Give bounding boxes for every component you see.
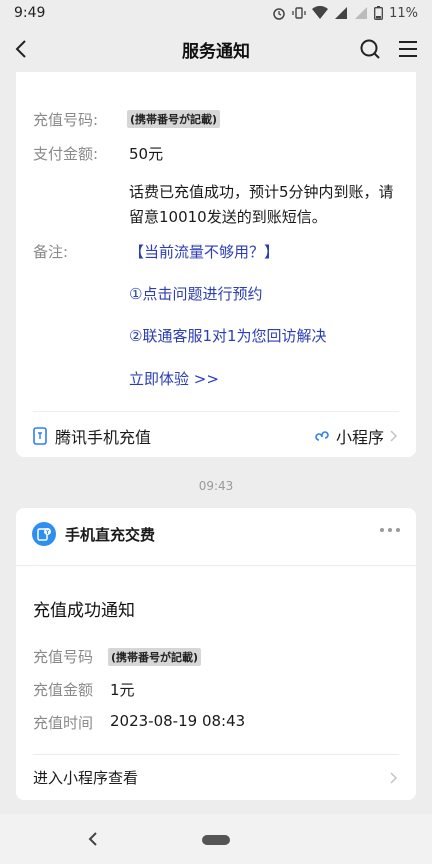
row-label: 充值号码 <box>33 648 94 666</box>
status-bar: 9:49 11% <box>0 0 432 26</box>
chevron-right-icon <box>390 430 398 442</box>
row-value: 1元 <box>110 681 135 699</box>
amount-label: 支付金额: <box>33 145 99 163</box>
menu-icon[interactable] <box>396 37 420 61</box>
open-mini-program-link: 进入小程序查看 <box>33 769 139 787</box>
remark-line-2[interactable]: ①点击问题进行预约 <box>129 283 262 304</box>
remark-line-1[interactable]: 【当前流量不够用？】 <box>129 241 279 262</box>
chevron-right-icon <box>390 771 398 784</box>
battery-level: 11% <box>389 5 418 21</box>
back-arrow-icon[interactable] <box>10 37 34 61</box>
signal-icon <box>335 7 348 19</box>
row-value: 2023-08-19 08:43 <box>110 712 246 730</box>
page-title: 服务通知 <box>182 41 250 62</box>
more-options-icon[interactable] <box>380 528 400 532</box>
mini-program-footer[interactable]: 腾讯手机充值 小程序 <box>33 424 399 448</box>
row-label: 充值金额 <box>33 681 94 699</box>
wifi-icon <box>312 6 329 19</box>
home-pill[interactable] <box>202 835 230 845</box>
divider <box>33 754 399 755</box>
row-value: (携帯番号が記載) <box>108 648 202 666</box>
battery-icon <box>374 6 384 20</box>
time-separator: 09:43 <box>198 479 234 493</box>
mini-program-icon <box>315 431 329 441</box>
mini-program-label: 小程序 <box>335 428 384 447</box>
notification-card-recharge[interactable]: 充值号码: (携帯番号が記載) 支付金额: 50元 话费已充值成功，预计5分钟内… <box>16 72 416 457</box>
amount-value: 50元 <box>129 145 164 163</box>
remark-label: 备注: <box>33 243 69 261</box>
notification-title: 充值成功通知 <box>33 601 135 621</box>
phone-recharge-icon <box>33 427 47 445</box>
divider <box>33 411 399 412</box>
app-name: 手机直充交费 <box>65 525 156 544</box>
system-navigation-bar <box>0 814 432 864</box>
app-logo-icon <box>32 522 56 546</box>
row-label: 充值时间 <box>33 714 94 732</box>
nav-bar: 服务通知 <box>0 26 432 72</box>
system-back-icon[interactable] <box>86 830 100 848</box>
try-now-link[interactable]: 立即体验 >> <box>129 368 219 389</box>
notification-card-success[interactable]: 手机直充交费 充值成功通知 充值号码 (携帯番号が記載) 充值金额 1元 充值时… <box>16 508 416 800</box>
remark-line-3[interactable]: ②联通客服1对1为您回访解决 <box>129 325 327 346</box>
source-name: 腾讯手机充值 <box>55 428 152 447</box>
status-icons: 11% <box>272 6 418 21</box>
recharge-message: 话费已充值成功，预计5分钟内到账，请留意10010发送的到账短信。 <box>129 183 394 226</box>
vibrate-icon <box>292 7 306 19</box>
recharge-number-label: 充值号码: <box>33 111 99 129</box>
alarm-icon <box>273 8 285 20</box>
card-header: 手机直充交费 <box>32 522 155 546</box>
signal-icon-2 <box>355 7 368 19</box>
recharge-number-value: (携帯番号が記載) <box>127 110 221 128</box>
search-icon[interactable] <box>358 37 382 61</box>
divider <box>16 565 416 566</box>
open-mini-program-row[interactable]: 进入小程序查看 <box>33 767 399 788</box>
status-time: 9:49 <box>14 5 46 21</box>
